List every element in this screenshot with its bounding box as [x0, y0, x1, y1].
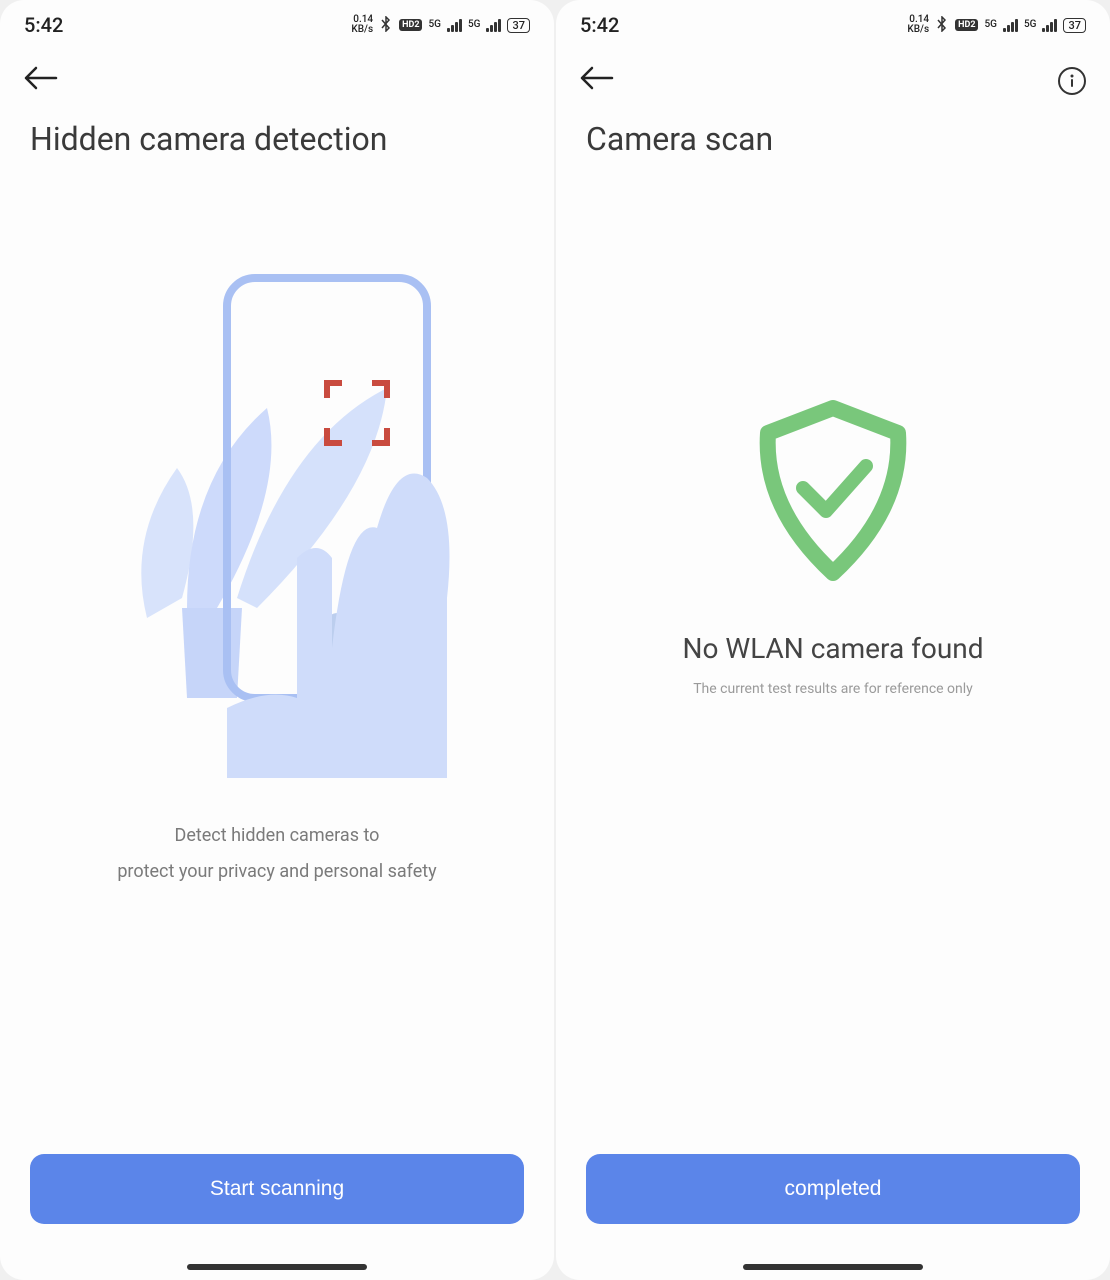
signal-icon-2: [1042, 18, 1057, 32]
desc-line-1: Detect hidden cameras to: [117, 818, 436, 854]
net-label-2: 5G: [468, 20, 481, 30]
back-arrow-icon[interactable]: [580, 66, 614, 96]
signal-icon-1: [1003, 18, 1018, 32]
result-subtitle: The current test results are for referen…: [693, 681, 973, 697]
signal-icon-2: [486, 18, 501, 32]
status-time: 5:42: [24, 13, 63, 37]
description-text: Detect hidden cameras to protect your pr…: [117, 818, 436, 890]
scan-result: No WLAN camera found The current test re…: [682, 398, 983, 697]
bluetooth-icon: [935, 16, 949, 35]
back-arrow-icon[interactable]: [24, 66, 58, 96]
status-speed-unit: KB/s: [351, 25, 373, 35]
info-icon[interactable]: [1058, 67, 1086, 95]
result-title: No WLAN camera found: [682, 632, 983, 665]
hd-badge: HD2: [399, 19, 422, 31]
nav-handle[interactable]: [187, 1264, 367, 1270]
header: [556, 50, 1110, 96]
net-label-1: 5G: [428, 20, 441, 30]
page-title: Hidden camera detection: [0, 96, 554, 158]
status-indicators: 0.14 KB/s HD2 5G 5G 37: [351, 15, 530, 35]
bluetooth-icon: [379, 16, 393, 35]
page-title: Camera scan: [556, 96, 1110, 158]
illustration-phone-scan: 02:36: [87, 258, 467, 778]
content-area: 02:36 Detect hidden cameras to protect y…: [0, 158, 554, 1154]
desc-line-2: protect your privacy and personal safety: [117, 854, 436, 890]
status-bar: 5:42 0.14 KB/s HD2 5G 5G 37: [556, 0, 1110, 50]
status-time: 5:42: [580, 13, 619, 37]
content-area: No WLAN camera found The current test re…: [556, 158, 1110, 1154]
hd-badge: HD2: [955, 19, 978, 31]
status-speed-unit: KB/s: [907, 25, 929, 35]
signal-icon-1: [447, 18, 462, 32]
shield-check-icon: [748, 398, 918, 592]
start-scanning-button[interactable]: Start scanning: [30, 1154, 524, 1224]
battery-indicator: 37: [1063, 18, 1086, 33]
status-indicators: 0.14 KB/s HD2 5G 5G 37: [907, 15, 1086, 35]
status-bar: 5:42 0.14 KB/s HD2 5G 5G 37: [0, 0, 554, 50]
battery-indicator: 37: [507, 18, 530, 33]
screen-hidden-camera-detection: 5:42 0.14 KB/s HD2 5G 5G 37 Hidden camer…: [0, 0, 554, 1280]
completed-button[interactable]: completed: [586, 1154, 1080, 1224]
nav-handle[interactable]: [743, 1264, 923, 1270]
net-label-1: 5G: [984, 20, 997, 30]
screen-camera-scan-result: 5:42 0.14 KB/s HD2 5G 5G 37 Camera scan: [556, 0, 1110, 1280]
net-label-2: 5G: [1024, 20, 1037, 30]
header: [0, 50, 554, 96]
